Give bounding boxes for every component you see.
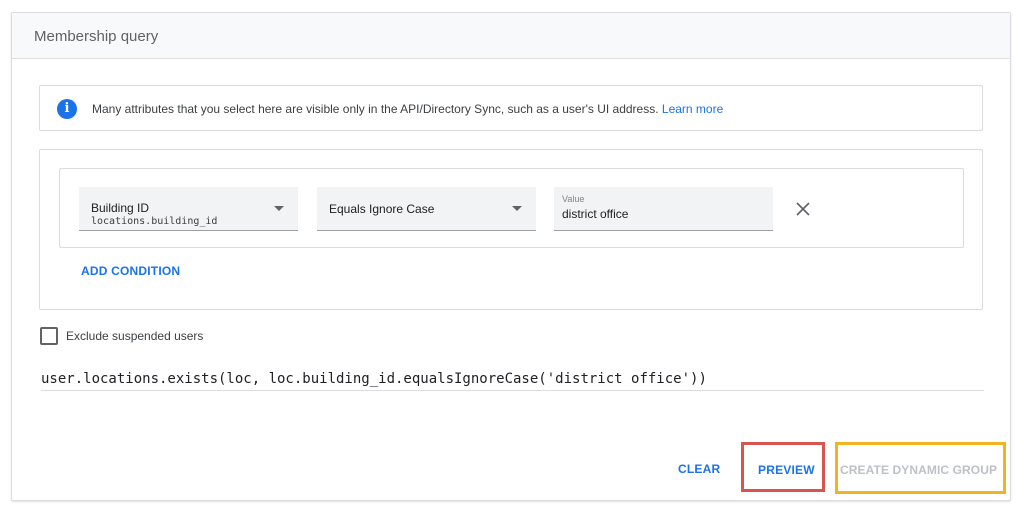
create-dynamic-group-label: CREATE DYNAMIC GROUP [840,463,998,477]
attribute-path: locations.building_id [91,216,218,227]
exclude-suspended-checkbox[interactable] [40,327,58,345]
create-dynamic-group-button[interactable]: CREATE DYNAMIC GROUP [835,442,1006,494]
learn-more-link[interactable]: Learn more [662,102,723,116]
close-icon[interactable] [793,199,813,219]
add-condition-button[interactable]: ADD CONDITION [81,264,180,278]
exclude-suspended-label: Exclude suspended users [66,329,204,343]
membership-query-card: Membership query i Many attributes that … [11,12,1011,501]
info-banner: i Many attributes that you select here a… [39,85,983,131]
caret-down-icon [512,206,522,211]
value-field: Value [554,187,773,231]
condition-row: Building ID locations.building_id Equals… [59,168,964,248]
clear-button[interactable]: CLEAR [678,462,720,476]
query-expression[interactable]: user.locations.exists(loc, loc.building_… [41,371,984,391]
card-title: Membership query [34,28,159,45]
value-field-label: Value [562,194,585,204]
conditions-panel: Building ID locations.building_id Equals… [39,149,983,310]
attribute-select[interactable]: Building ID locations.building_id [79,187,298,231]
value-input[interactable] [562,205,762,223]
attribute-label: Building ID [91,201,150,215]
info-icon: i [57,99,77,119]
info-message: Many attributes that you select here are… [92,102,659,116]
caret-down-icon [274,206,284,211]
info-text: Many attributes that you select here are… [92,102,723,116]
preview-button-label: PREVIEW [758,463,815,477]
operator-label: Equals Ignore Case [329,202,435,216]
operator-select[interactable]: Equals Ignore Case [317,187,536,231]
card-header: Membership query [12,13,1010,59]
preview-button[interactable]: PREVIEW [741,442,825,492]
